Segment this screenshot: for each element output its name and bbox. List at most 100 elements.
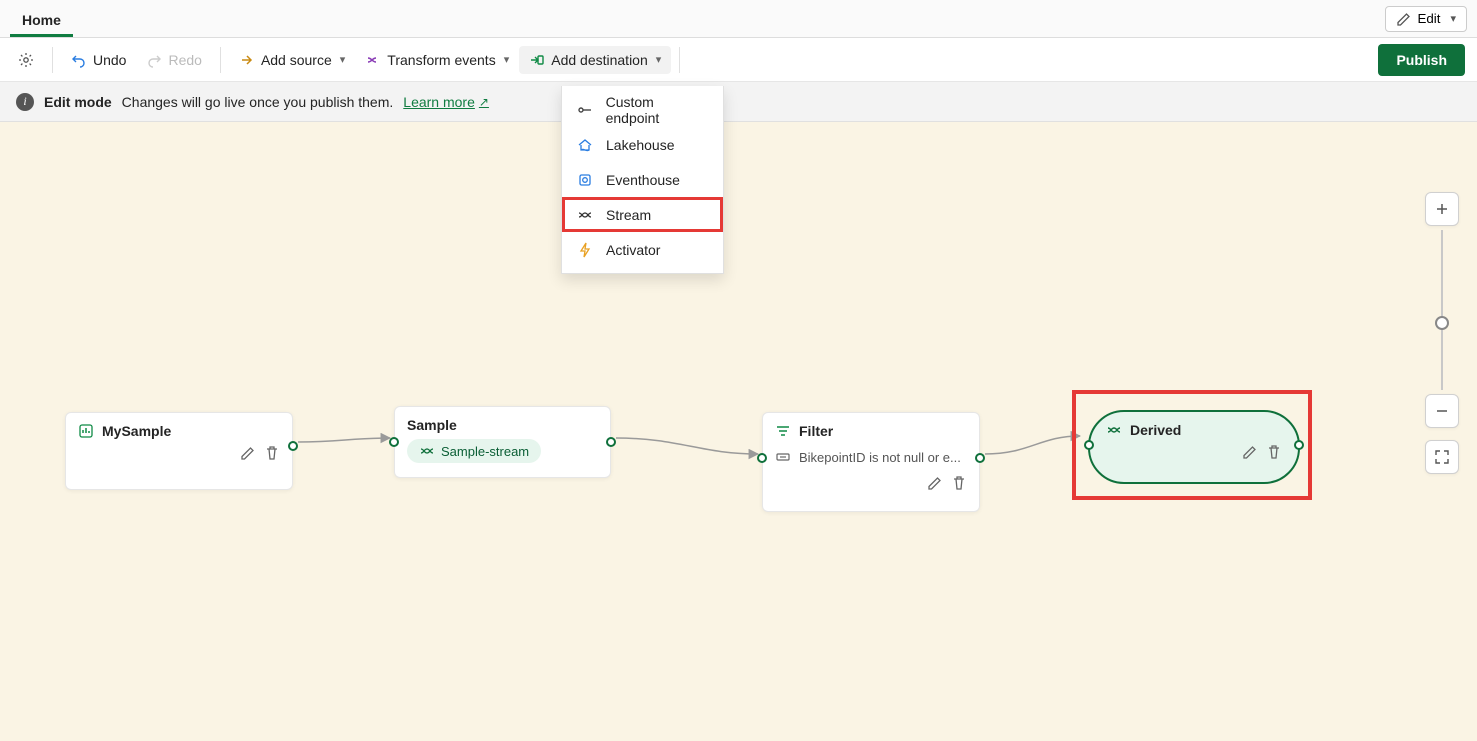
zoom-fit-button[interactable] <box>1425 440 1459 474</box>
undo-label: Undo <box>93 52 126 68</box>
settings-button[interactable] <box>8 46 44 74</box>
undo-icon <box>71 52 87 68</box>
transform-events-button[interactable]: Transform events ▾ <box>355 46 519 74</box>
node-title-label: MySample <box>102 423 171 439</box>
toolbar: Undo Redo Add source ▾ Transform events … <box>0 38 1477 82</box>
edit-button[interactable]: Edit <box>1385 6 1468 32</box>
condition-icon <box>775 449 791 465</box>
trash-icon <box>1266 444 1282 460</box>
trash-icon <box>264 445 280 461</box>
redo-button: Redo <box>136 46 211 74</box>
separator <box>220 47 221 73</box>
minus-icon <box>1434 403 1450 419</box>
learn-more-label: Learn more <box>403 94 475 110</box>
pencil-icon <box>927 475 943 491</box>
pencil-icon <box>1242 444 1258 460</box>
output-port[interactable] <box>606 437 616 447</box>
tab-bar: Home Edit <box>0 0 1477 38</box>
filter-condition-row: BikepointID is not null or e... <box>775 445 967 469</box>
dropdown-item-activator[interactable]: Activator <box>562 232 723 267</box>
gear-icon <box>18 52 34 68</box>
tab-home[interactable]: Home <box>10 4 73 37</box>
activator-icon <box>576 242 594 258</box>
filter-condition-text: BikepointID is not null or e... <box>799 450 961 465</box>
output-port[interactable] <box>975 453 985 463</box>
stream-chip: Sample-stream <box>407 439 541 463</box>
add-source-label: Add source <box>261 52 332 68</box>
transform-icon <box>365 52 381 68</box>
node-title-label: Sample <box>407 417 457 433</box>
add-source-icon <box>239 52 255 68</box>
node-title-label: Derived <box>1130 422 1181 438</box>
input-port[interactable] <box>1084 440 1094 450</box>
external-link-icon: ↗ <box>479 95 489 109</box>
zoom-slider-thumb[interactable] <box>1435 316 1449 330</box>
learn-more-link[interactable]: Learn more ↗ <box>403 94 489 110</box>
delete-node-button[interactable] <box>1266 444 1282 463</box>
canvas-container: MySample Sample Sample-stream F <box>0 122 1477 741</box>
input-port[interactable] <box>757 453 767 463</box>
info-icon: i <box>16 93 34 111</box>
pencil-icon <box>1396 11 1412 27</box>
edit-mode-label: Edit mode <box>44 94 112 110</box>
zoom-out-button[interactable] <box>1425 394 1459 428</box>
trash-icon <box>951 475 967 491</box>
separator <box>52 47 53 73</box>
redo-label: Redo <box>168 52 201 68</box>
publish-button[interactable]: Publish <box>1378 44 1465 76</box>
node-sample[interactable]: Sample Sample-stream <box>394 406 611 478</box>
redo-icon <box>146 52 162 68</box>
stream-icon <box>419 443 435 459</box>
chevron-down-icon: ▾ <box>340 53 346 66</box>
add-destination-button[interactable]: Add destination ▾ <box>519 46 671 74</box>
dropdown-item-stream[interactable]: Stream <box>562 197 723 232</box>
eventhouse-icon <box>576 172 594 188</box>
edit-node-button[interactable] <box>1242 444 1258 463</box>
dropdown-item-eventhouse[interactable]: Eventhouse <box>562 162 723 197</box>
edit-node-button[interactable] <box>927 475 943 494</box>
plus-icon <box>1434 201 1450 217</box>
dropdown-item-label: Lakehouse <box>606 137 675 153</box>
design-canvas[interactable]: MySample Sample Sample-stream F <box>0 122 1477 741</box>
info-bar: i Edit mode Changes will go live once yo… <box>0 82 1477 122</box>
add-destination-dropdown: Custom endpoint Lakehouse Eventhouse Str… <box>561 86 724 274</box>
undo-button[interactable]: Undo <box>61 46 136 74</box>
input-port[interactable] <box>389 437 399 447</box>
edit-button-label: Edit <box>1418 11 1441 26</box>
output-port[interactable] <box>1294 440 1304 450</box>
zoom-in-button[interactable] <box>1425 192 1459 226</box>
filter-icon <box>775 423 791 439</box>
transform-label: Transform events <box>387 52 495 68</box>
chip-label: Sample-stream <box>441 444 529 459</box>
pencil-icon <box>240 445 256 461</box>
dropdown-item-custom-endpoint[interactable]: Custom endpoint <box>562 92 723 127</box>
chevron-down-icon: ▾ <box>504 53 510 66</box>
delete-node-button[interactable] <box>264 445 280 464</box>
output-port[interactable] <box>288 441 298 451</box>
add-destination-icon <box>529 52 545 68</box>
info-message: Changes will go live once you publish th… <box>122 94 394 110</box>
stream-icon <box>1106 422 1122 438</box>
barchart-icon <box>78 423 94 439</box>
delete-node-button[interactable] <box>951 475 967 494</box>
node-title-label: Filter <box>799 423 833 439</box>
zoom-controls <box>1425 192 1459 474</box>
chevron-down-icon: ▾ <box>656 53 662 66</box>
add-source-button[interactable]: Add source ▾ <box>229 46 355 74</box>
separator <box>679 47 680 73</box>
node-derived[interactable]: Derived <box>1088 410 1300 484</box>
dropdown-item-label: Stream <box>606 207 651 223</box>
highlight-box-derived: Derived <box>1072 390 1312 500</box>
node-mysample[interactable]: MySample <box>65 412 293 490</box>
endpoint-icon <box>576 102 594 118</box>
stream-icon <box>576 207 594 223</box>
dropdown-item-label: Custom endpoint <box>606 94 709 126</box>
node-filter[interactable]: Filter BikepointID is not null or e... <box>762 412 980 512</box>
dropdown-item-label: Activator <box>606 242 660 258</box>
dropdown-item-lakehouse[interactable]: Lakehouse <box>562 127 723 162</box>
dropdown-item-label: Eventhouse <box>606 172 680 188</box>
zoom-slider-track[interactable] <box>1441 230 1443 390</box>
lakehouse-icon <box>576 137 594 153</box>
add-destination-label: Add destination <box>551 52 648 68</box>
edit-node-button[interactable] <box>240 445 256 464</box>
